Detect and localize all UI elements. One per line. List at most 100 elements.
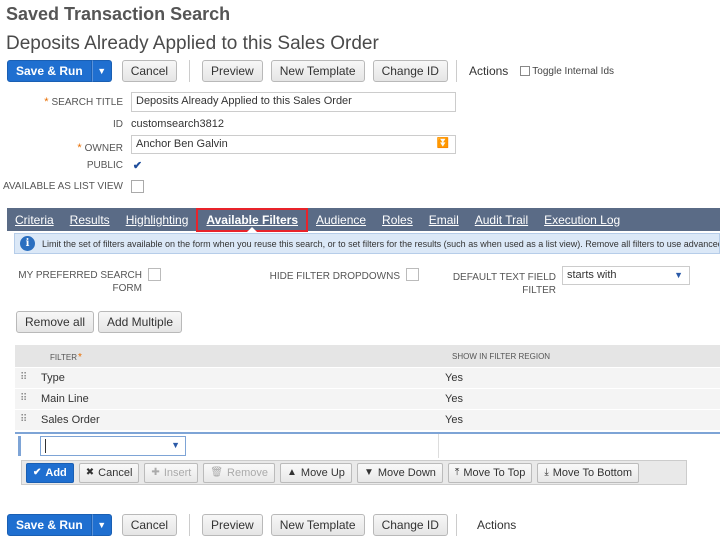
cancel-button[interactable]: Cancel	[121, 514, 178, 536]
filter-cell: Sales Order	[41, 414, 100, 426]
default-text-filter-label: DEFAULT TEXT FIELD FILTER	[452, 272, 556, 296]
arrow-up-icon: ▲	[287, 467, 297, 478]
change-id-button[interactable]: Change ID	[372, 514, 448, 536]
chevron-down-icon: ▼	[674, 270, 683, 280]
move-to-bottom-icon: ⤓	[544, 467, 549, 478]
save-run-dropdown-button[interactable]: ▼	[91, 60, 112, 82]
preview-button[interactable]: Preview	[202, 514, 263, 536]
move-to-top-icon: ⤒	[454, 467, 460, 478]
show-cell: Yes	[445, 372, 463, 384]
filter-cell: Main Line	[41, 393, 89, 405]
separator	[189, 514, 191, 536]
toggle-internal-ids[interactable]: Toggle Internal Ids	[520, 66, 614, 77]
owner-select[interactable]: Anchor Ben Galvin ⏬	[131, 135, 456, 154]
owner-label: * OWNER	[77, 141, 123, 154]
tab-criteria[interactable]: Criteria	[7, 208, 62, 231]
preview-button[interactable]: Preview	[202, 60, 263, 82]
actions-menu[interactable]: Actions	[469, 64, 508, 78]
filter-grid-header: FILTER* SHOW IN FILTER REGION	[15, 345, 720, 367]
required-marker: *	[44, 96, 49, 108]
show-cell: Yes	[445, 393, 463, 405]
line-edit-bar: ✔ Add ✖ Cancel ✚ Insert 🗑 Remove ▲ Move Up ▼ M…	[21, 460, 687, 485]
id-value: customsearch3812	[131, 118, 224, 130]
plus-icon: ✚	[151, 467, 160, 478]
column-header-show-in-filter-region: SHOW IN FILTER REGION	[452, 352, 551, 361]
info-banner: i Limit the set of filters available on …	[14, 233, 720, 254]
table-row[interactable]: ⠿ Type Yes	[15, 368, 720, 389]
tab-execution-log[interactable]: Execution Log	[536, 208, 628, 231]
default-text-filter-value: starts with	[567, 269, 617, 281]
remove-all-button[interactable]: Remove all	[16, 311, 95, 333]
tab-email[interactable]: Email	[421, 208, 467, 231]
drag-handle-icon[interactable]: ⠿	[20, 373, 28, 383]
change-id-button[interactable]: Change ID	[372, 60, 448, 82]
required-marker: *	[77, 352, 82, 363]
add-multiple-button[interactable]: Add Multiple	[98, 311, 183, 333]
drag-handle-icon[interactable]: ⠿	[20, 394, 28, 404]
trash-icon: 🗑	[210, 467, 224, 478]
info-text: Limit the set of filters available on th…	[42, 238, 720, 249]
move-to-bottom-button[interactable]: ⤓ Move To Bottom	[537, 462, 640, 483]
arrow-down-icon: ▼	[363, 467, 374, 478]
search-title-input[interactable]: Deposits Already Applied to this Sales O…	[131, 92, 456, 112]
checkmark-icon: ✔	[132, 160, 143, 172]
add-line-button[interactable]: ✔ Add	[26, 462, 74, 483]
save-run-button[interactable]: Save & Run	[7, 514, 92, 536]
move-down-button[interactable]: ▼ Move Down	[356, 462, 443, 483]
table-row[interactable]: ⠿ Main Line Yes	[15, 389, 720, 410]
top-button-bar: Save & Run ▼ Cancel Preview New Template…	[7, 59, 614, 83]
filter-cell: Type	[41, 372, 65, 384]
chevron-down-icon: ▼	[171, 440, 180, 450]
public-row: PUBLIC ✔	[0, 159, 144, 172]
info-icon: i	[20, 236, 35, 251]
tab-available-filters[interactable]: Available Filters	[196, 207, 308, 232]
save-run-button[interactable]: Save & Run	[7, 60, 92, 82]
required-marker: *	[77, 141, 82, 154]
tab-audience[interactable]: Audience	[308, 208, 374, 231]
new-template-button[interactable]: New Template	[270, 60, 365, 82]
remove-line-button[interactable]: 🗑 Remove	[203, 462, 275, 483]
close-icon: ✖	[85, 467, 95, 478]
chevron-down-icon: ▼	[97, 66, 107, 76]
record-type-title: Saved Transaction Search	[6, 4, 231, 24]
table-row[interactable]: ⠿ Sales Order Yes	[15, 410, 720, 431]
separator	[455, 60, 457, 82]
id-label: ID	[113, 118, 123, 130]
available-list-view-row: AVAILABLE AS LIST VIEW	[0, 180, 144, 193]
new-template-button[interactable]: New Template	[270, 514, 365, 536]
owner-value: Anchor Ben Galvin	[136, 138, 228, 150]
available-list-view-checkbox[interactable]	[131, 180, 144, 193]
move-to-top-button[interactable]: ⤒ Move To Top	[447, 462, 533, 483]
text-cursor	[45, 439, 46, 453]
tab-highlighting[interactable]: Highlighting	[118, 208, 197, 231]
show-cell: Yes	[445, 414, 463, 426]
actions-menu[interactable]: Actions	[477, 518, 516, 532]
my-preferred-form-checkbox[interactable]	[148, 268, 161, 281]
filter-select[interactable]: ▼	[40, 436, 186, 456]
tab-roles[interactable]: Roles	[374, 208, 421, 231]
tab-results[interactable]: Results	[62, 208, 118, 231]
save-run-dropdown-button[interactable]: ▼	[91, 514, 112, 536]
hide-filter-dropdowns-checkbox[interactable]	[406, 268, 419, 281]
public-checkbox[interactable]: ✔	[131, 159, 144, 172]
hide-filter-dropdowns-label: HIDE FILTER DROPDOWNS	[269, 271, 400, 282]
available-list-view-label: AVAILABLE AS LIST VIEW	[2, 181, 123, 192]
subtab-bar: Criteria Results Highlighting Available …	[7, 207, 720, 232]
my-preferred-form-label: MY PREFERRED SEARCH FORM	[18, 270, 142, 294]
toggle-internal-ids-label: Toggle Internal Ids	[532, 65, 615, 77]
toggle-internal-ids-checkbox[interactable]	[520, 66, 531, 76]
checkmark-icon: ✔	[33, 467, 42, 478]
search-name-title: Deposits Already Applied to this Sales O…	[6, 33, 379, 54]
cancel-button[interactable]: Cancel	[121, 60, 178, 82]
chevron-down-icon: ▼	[97, 520, 107, 530]
move-up-button[interactable]: ▲ Move Up	[280, 462, 352, 483]
column-header-filter: FILTER*	[50, 352, 82, 363]
double-chevron-icon: ⏬	[436, 138, 449, 149]
drag-handle-icon[interactable]: ⠿	[20, 415, 28, 425]
edit-row: ▼	[15, 432, 720, 458]
cancel-line-button[interactable]: ✖ Cancel	[78, 462, 140, 483]
search-title-row: * SEARCH TITLE Deposits Already Applied t…	[0, 92, 456, 112]
tab-audit-trail[interactable]: Audit Trail	[467, 208, 536, 231]
insert-line-button[interactable]: ✚ Insert	[144, 462, 199, 483]
default-text-filter-select[interactable]: starts with ▼	[562, 266, 690, 285]
